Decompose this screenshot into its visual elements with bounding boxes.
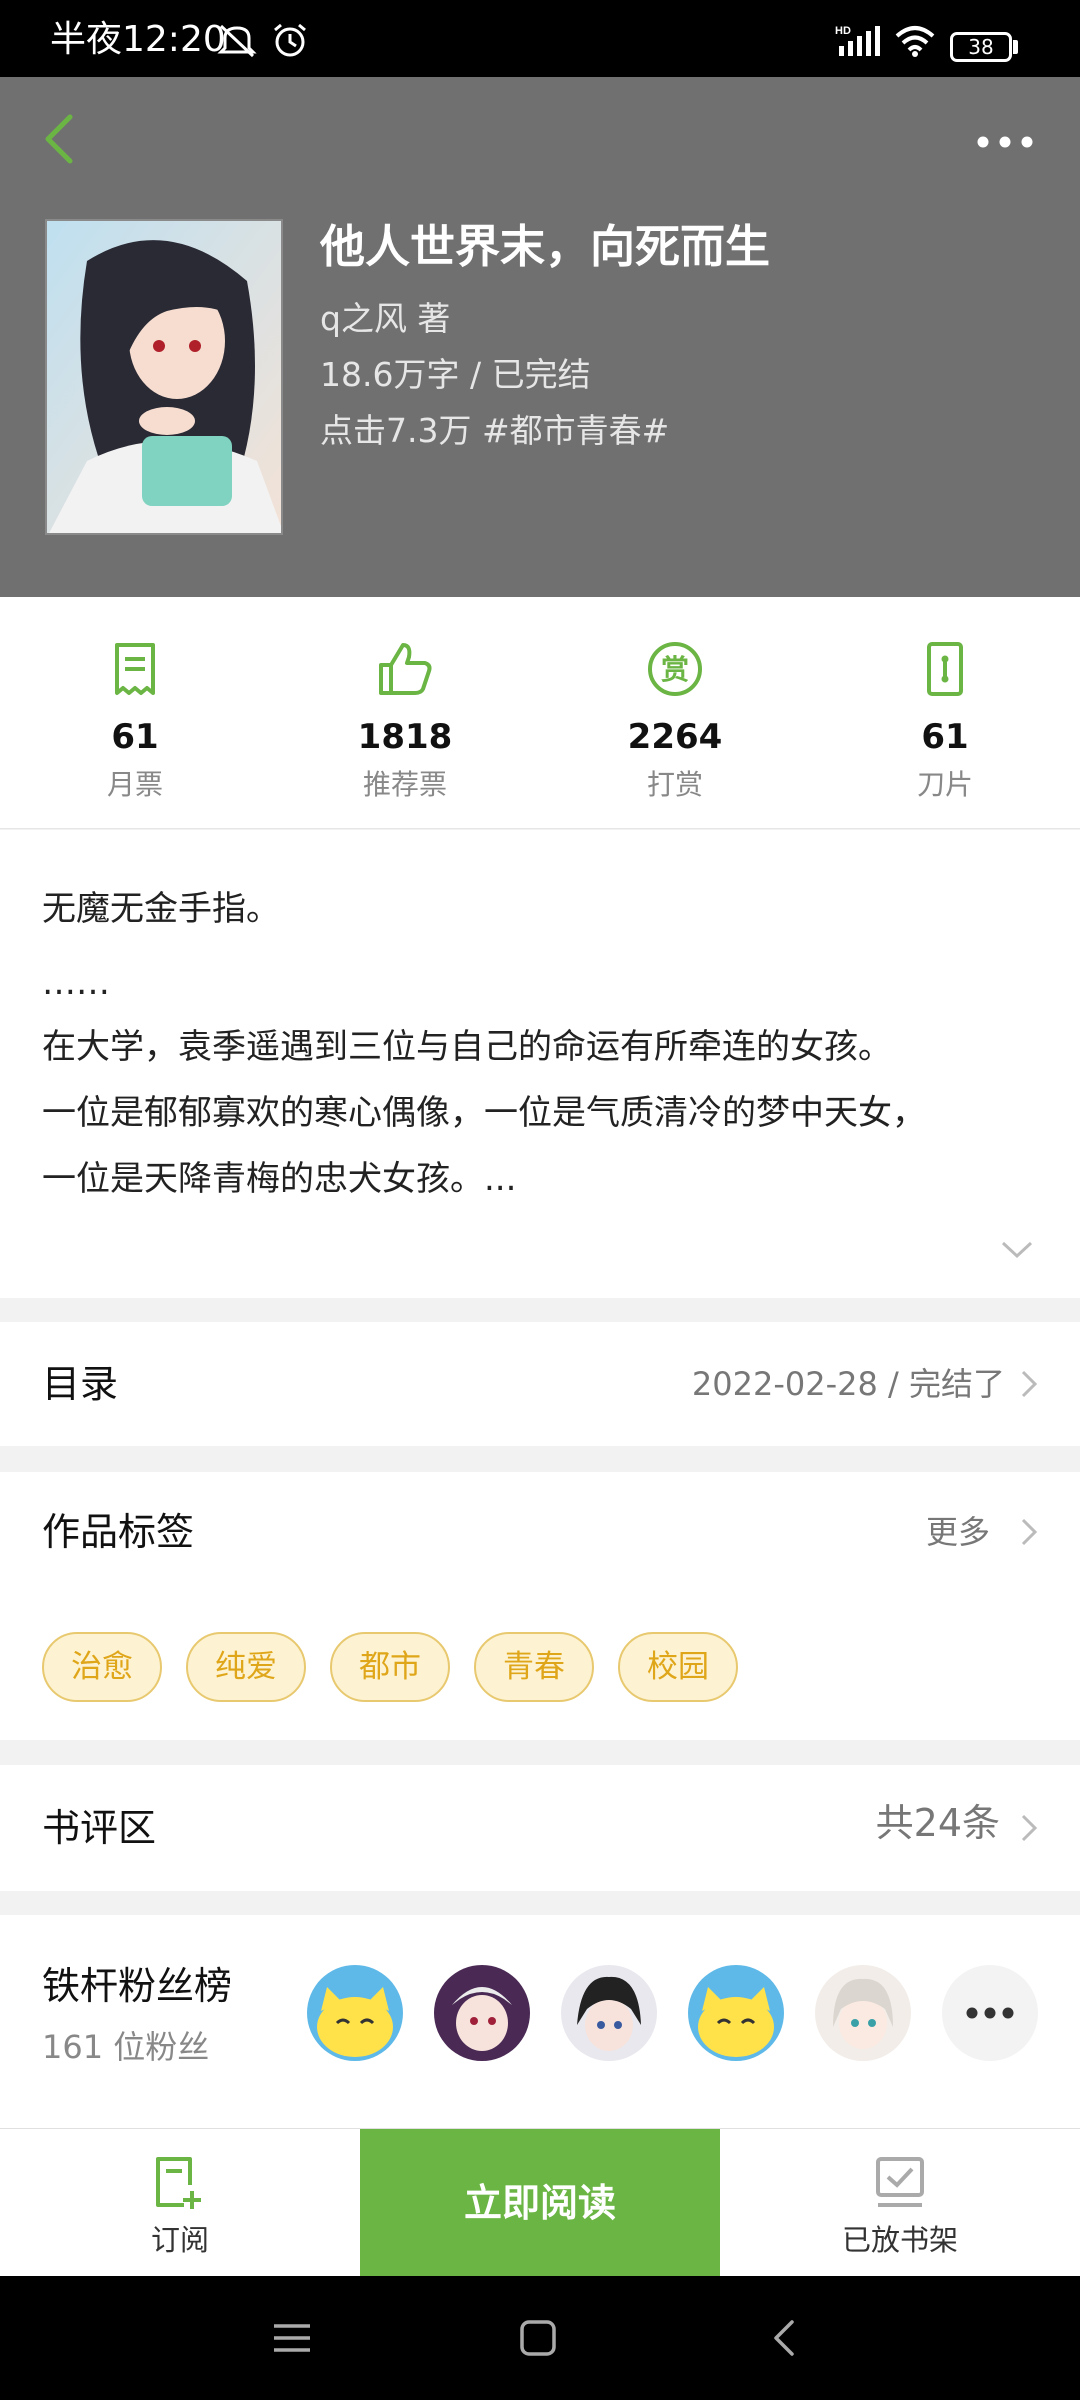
back-icon[interactable]	[764, 2318, 804, 2358]
subscribe-label: 订阅	[150, 2223, 209, 2257]
book-title: 他人世界末，向死而生	[320, 220, 771, 273]
wifi-icon	[895, 26, 935, 57]
book-cover[interactable]	[45, 219, 283, 535]
read-now-button[interactable]: 立即阅读	[360, 2129, 720, 2277]
fan-avatar[interactable]	[434, 1965, 530, 2061]
fans-count: 161 位粉丝	[42, 2028, 210, 2066]
stat-tip[interactable]: 赏 2264 打赏	[540, 597, 810, 829]
status-bar: 半夜12:20 HD 38	[0, 0, 1080, 77]
stat-value: 61	[921, 717, 969, 757]
tag-chip[interactable]: 治愈	[42, 1632, 162, 1702]
tags-more-link[interactable]: 更多	[926, 1510, 990, 1554]
tags-section: 作品标签 更多 治愈 纯爱 都市 青春 校园	[0, 1472, 1080, 1740]
bottom-action-bar: 订阅 立即阅读 已放书架	[0, 2128, 1080, 2277]
subscribe-button[interactable]: 订阅	[0, 2129, 360, 2277]
tag-chip[interactable]: 都市	[330, 1632, 450, 1702]
stats-row: 61 月票 1818 推荐票 赏 2264 打赏 61 刀片	[0, 597, 1080, 829]
stat-value: 1818	[357, 717, 453, 757]
blade-icon	[927, 642, 963, 696]
chevron-right-icon	[1021, 1370, 1038, 1398]
fan-avatar[interactable]	[815, 1965, 911, 2061]
fan-avatar[interactable]	[561, 1965, 657, 2061]
tags-title: 作品标签	[42, 1510, 195, 1554]
back-arrow-icon[interactable]	[38, 109, 82, 169]
synopsis-line: 一位是郁郁寡欢的寒心偶像，一位是气质清冷的梦中天女，	[42, 1093, 926, 1133]
book-author[interactable]: q之风 著	[320, 297, 450, 341]
stat-value: 61	[111, 717, 159, 757]
synopsis-line: 无魔无金手指。	[42, 889, 280, 929]
menu-icon[interactable]	[272, 2318, 312, 2358]
tag-chip[interactable]: 校园	[618, 1632, 738, 1702]
subscribe-icon	[156, 2157, 201, 2209]
reward-coin-icon: 赏	[648, 642, 702, 696]
status-time: 半夜12:20	[50, 19, 226, 60]
system-nav-bar	[0, 2276, 1080, 2400]
book-header: 他人世界末，向死而生 q之风 著 18.6万字 / 已完结 点击7.3万 #都市…	[0, 77, 1080, 597]
reviews-count: 共24条	[875, 1801, 1000, 1845]
thumbs-up-icon	[379, 643, 432, 695]
shelved-label: 已放书架	[841, 2223, 958, 2257]
reviews-row[interactable]: 书评区 共24条	[0, 1765, 1080, 1891]
battery-icon: 38	[950, 32, 1012, 62]
fans-title: 铁杆粉丝榜	[42, 1964, 233, 2008]
stat-label: 刀片	[916, 768, 973, 801]
more-fans-button[interactable]	[942, 1965, 1038, 2061]
signal-icon: HD	[835, 25, 880, 56]
tag-chip[interactable]: 纯爱	[186, 1632, 306, 1702]
svg-text:HD: HD	[835, 25, 851, 37]
stat-label: 推荐票	[362, 768, 447, 801]
stat-label: 月票	[106, 768, 163, 801]
home-icon[interactable]	[518, 2318, 558, 2358]
synopsis-line: ……	[42, 963, 110, 1003]
monthly-ticket-icon	[115, 643, 155, 695]
book-length-status: 18.6万字 / 已完结	[320, 355, 591, 394]
stat-label: 打赏	[646, 768, 703, 801]
stat-blade[interactable]: 61 刀片	[810, 597, 1080, 829]
shelved-button[interactable]: 已放书架	[720, 2129, 1080, 2277]
catalog-title: 目录	[42, 1362, 119, 1406]
synopsis-section[interactable]: 无魔无金手指。 …… 在大学，袁季遥遇到三位与自己的命运有所牵连的女孩。 一位是…	[0, 830, 1080, 1298]
catalog-row[interactable]: 目录 2022-02-28 / 完结了	[0, 1322, 1080, 1446]
catalog-info: 2022-02-28 / 完结了	[691, 1365, 1005, 1403]
chevron-right-icon[interactable]	[1020, 1517, 1038, 1547]
stat-value: 2264	[627, 717, 723, 757]
book-clicks-genre: 点击7.3万 #都市青春#	[320, 411, 670, 450]
stat-monthly-ticket[interactable]: 61 月票	[0, 597, 270, 829]
svg-text:赏: 赏	[661, 653, 689, 686]
expand-chevron-icon[interactable]	[1000, 1240, 1034, 1260]
battery-tip	[1013, 40, 1018, 54]
synopsis-line: 一位是天降青梅的忠犬女孩。...	[42, 1159, 517, 1199]
chevron-right-icon	[1021, 1814, 1038, 1842]
more-options-icon[interactable]	[975, 127, 1035, 157]
fan-avatar[interactable]	[307, 1965, 403, 2061]
bookshelf-check-icon	[876, 2157, 924, 2207]
stat-recommend-ticket[interactable]: 1818 推荐票	[270, 597, 540, 829]
fans-row[interactable]: 铁杆粉丝榜 161 位粉丝	[0, 1915, 1080, 2128]
tag-chip[interactable]: 青春	[474, 1632, 594, 1702]
alarm-icon	[274, 23, 306, 57]
fan-avatar[interactable]	[688, 1965, 784, 2061]
reviews-title: 书评区	[42, 1806, 157, 1850]
battery-level: 38	[968, 35, 994, 59]
synopsis-line: 在大学，袁季遥遇到三位与自己的命运有所牵连的女孩。	[42, 1027, 892, 1067]
mute-icon	[217, 24, 257, 58]
